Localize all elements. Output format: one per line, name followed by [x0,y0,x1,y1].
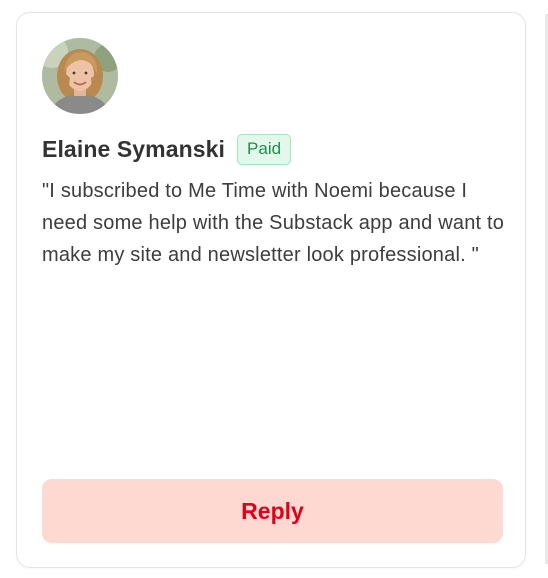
author-name[interactable]: Elaine Symanski [42,136,225,163]
avatar-photo-icon [42,38,118,114]
author-row: Elaine Symanski Paid [42,134,292,165]
reply-button[interactable]: Reply [42,479,503,543]
page: Elaine Symanski Paid "I subscribed to Me… [0,0,548,578]
paid-badge: Paid [237,134,292,165]
avatar[interactable] [42,38,118,114]
comment-card: Elaine Symanski Paid "I subscribed to Me… [16,12,526,568]
comment-text: "I subscribed to Me Time with Noemi beca… [42,180,505,266]
